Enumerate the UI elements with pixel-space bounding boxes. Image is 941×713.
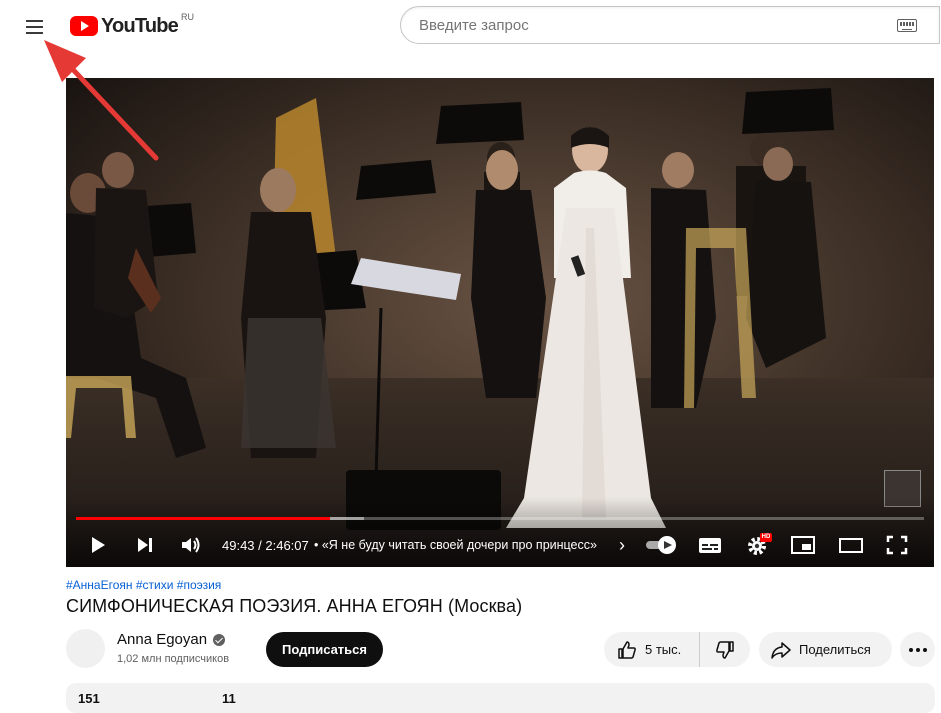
- video-hashtags[interactable]: #АннаЕгоян #стихи #поэзия: [66, 578, 221, 592]
- progress-played: [76, 517, 331, 520]
- miniplayer-icon: [791, 536, 815, 554]
- search-input[interactable]: [417, 15, 897, 35]
- subscribe-button[interactable]: Подписаться: [266, 632, 383, 667]
- video-player[interactable]: 49:43 / 2:46:07 • «Я не буду читать свое…: [66, 78, 934, 567]
- share-label: Поделиться: [799, 642, 871, 657]
- settings-button[interactable]: HD: [746, 530, 772, 560]
- verified-icon: [213, 633, 226, 646]
- player-controls: 49:43 / 2:46:07 • «Я не буду читать свое…: [66, 530, 934, 560]
- miniplayer-button[interactable]: [791, 530, 815, 560]
- chapter-title[interactable]: • «Я не буду читать своей дочери про при…: [314, 530, 597, 560]
- chapter-arrow[interactable]: ›: [619, 530, 625, 560]
- more-actions-button[interactable]: [900, 632, 935, 667]
- share-icon: [771, 641, 791, 659]
- video-title: СИМФОНИЧЕСКАЯ ПОЭЗИЯ. АННА ЕГОЯН (Москва…: [66, 596, 523, 616]
- progress-bar[interactable]: [76, 517, 924, 520]
- youtube-logo[interactable]: YouTube RU: [70, 12, 194, 38]
- dislike-button[interactable]: [700, 632, 750, 667]
- fullscreen-button[interactable]: [886, 530, 908, 560]
- play-icon: [92, 537, 105, 553]
- like-dislike-group: 5 тыс.: [604, 632, 750, 667]
- play-button[interactable]: [88, 530, 108, 560]
- thumbs-up-icon: [618, 640, 636, 659]
- more-horizontal-icon: [908, 647, 927, 652]
- volume-icon: [182, 537, 200, 553]
- view-count: 151: [78, 691, 100, 706]
- hd-badge: HD: [761, 534, 771, 540]
- video-frame: [66, 78, 934, 567]
- search-box: [400, 6, 940, 44]
- time-display: 49:43 / 2:46:07: [222, 537, 309, 553]
- description-box[interactable]: 151 11: [66, 683, 935, 713]
- next-button[interactable]: [135, 530, 155, 560]
- share-button[interactable]: Поделиться: [759, 632, 892, 667]
- youtube-play-icon: [70, 16, 98, 36]
- channel-name-row[interactable]: Anna Egoyan: [117, 631, 226, 648]
- logo-text: YouTube: [101, 14, 179, 37]
- subtitles-icon: [699, 538, 721, 553]
- channel-avatar[interactable]: [66, 629, 105, 668]
- skip-next-icon: [138, 538, 152, 552]
- autoplay-icon: [646, 536, 676, 554]
- subscriber-count: 1,02 млн подписчиков: [117, 653, 230, 665]
- region-code: RU: [180, 12, 194, 22]
- theater-icon: [839, 538, 863, 553]
- keyboard-icon[interactable]: [897, 18, 917, 32]
- subtitles-button[interactable]: [698, 530, 722, 560]
- upload-date: 11: [222, 691, 236, 706]
- channel-name[interactable]: Anna Egoyan: [117, 631, 207, 648]
- theater-mode-button[interactable]: [838, 530, 864, 560]
- menu-button[interactable]: [22, 14, 48, 40]
- volume-button[interactable]: [180, 530, 202, 560]
- autoplay-toggle[interactable]: [644, 530, 680, 560]
- fullscreen-icon: [886, 535, 908, 555]
- like-button[interactable]: 5 тыс.: [604, 632, 700, 667]
- thumbs-down-icon: [716, 640, 734, 659]
- like-count: 5 тыс.: [645, 642, 682, 657]
